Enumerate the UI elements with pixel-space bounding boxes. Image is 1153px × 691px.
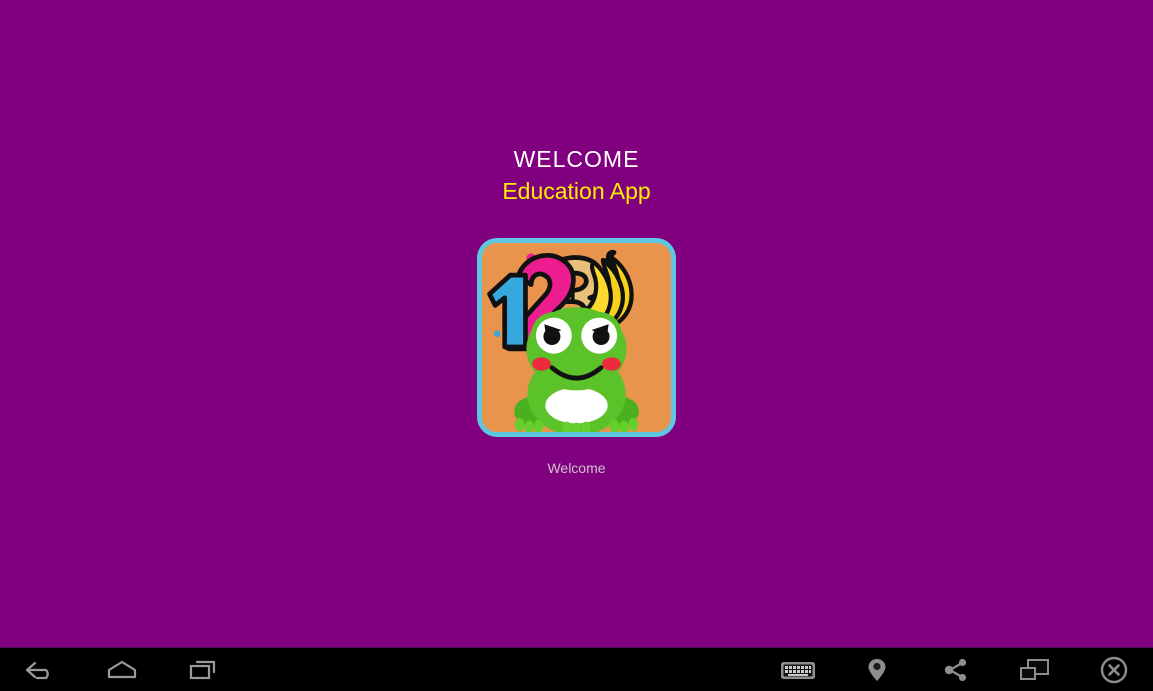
resize-window-button[interactable] <box>995 648 1074 691</box>
keyboard-icon <box>779 657 817 683</box>
resize-window-icon <box>1019 657 1051 683</box>
recent-apps-button[interactable] <box>162 648 243 691</box>
location-pin-icon <box>866 656 888 684</box>
education-app-icon-art <box>482 243 671 432</box>
close-button[interactable] <box>1074 648 1153 691</box>
education-app-icon-button[interactable] <box>477 238 676 437</box>
page-title: WELCOME <box>513 146 640 172</box>
share-icon <box>942 657 970 683</box>
back-button[interactable] <box>0 648 81 691</box>
app-subtitle: Education App <box>502 178 651 204</box>
close-icon <box>1099 655 1129 685</box>
app-content-area: WELCOME Education App Welcome <box>0 0 1153 647</box>
home-button[interactable] <box>81 648 162 691</box>
recent-apps-icon <box>187 658 219 682</box>
share-button[interactable] <box>916 648 995 691</box>
nav-left-group <box>0 648 243 691</box>
location-button[interactable] <box>837 648 916 691</box>
keyboard-button[interactable] <box>758 648 837 691</box>
nav-right-group <box>758 648 1153 691</box>
home-icon <box>104 658 140 682</box>
back-icon <box>24 658 58 682</box>
app-icon-label: Welcome <box>547 460 606 476</box>
bottom-navbar <box>0 647 1153 691</box>
